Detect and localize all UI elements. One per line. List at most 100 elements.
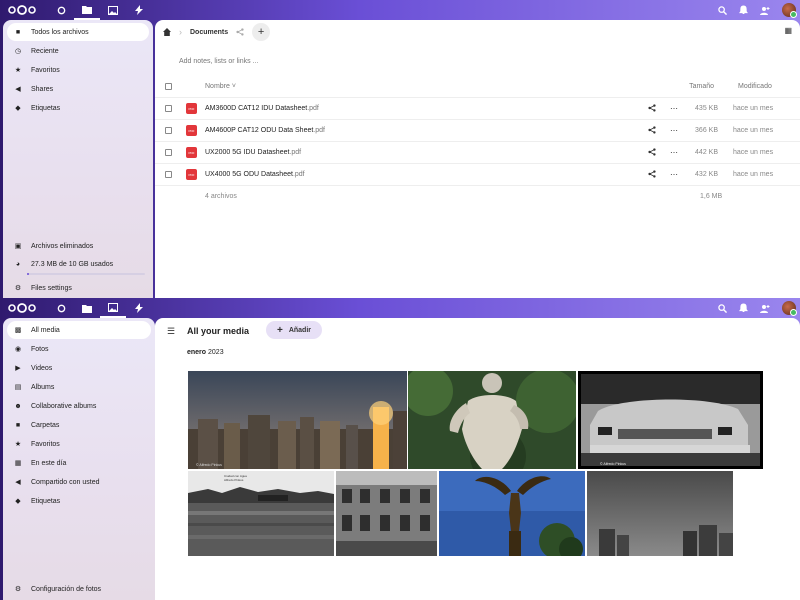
star-icon: ★ (14, 67, 22, 74)
sidebar-item-tags[interactable]: ◆ Etiquetas (7, 99, 149, 117)
sidebar-item-label: Compartido con usted (31, 478, 100, 486)
photo-thumbnail-harbor-bw[interactable]: Ciudad con Agua Alfredo Pinkus (188, 471, 334, 556)
photos-app-icon[interactable] (100, 0, 126, 20)
file-name[interactable]: AM3600D CAT12 IDU Datasheet.pdf (205, 105, 319, 112)
photo-thumbnail-cloudy-city[interactable] (587, 471, 733, 556)
files-app-icon[interactable] (74, 0, 100, 20)
photo-watermark-1: © Alfredo Pinkus (196, 463, 222, 467)
video-icon: ▶ (15, 365, 21, 372)
file-modified: hace un mes (733, 149, 774, 156)
activity-app-icon[interactable] (126, 0, 152, 20)
file-row[interactable]: PDF AM3600D CAT12 IDU Datasheet.pdf ⋯ 435 K… (155, 98, 800, 120)
column-header-name[interactable]: Nombre ˅ (205, 83, 236, 90)
sidebar-item-label: Shares (31, 85, 54, 93)
select-all-checkbox[interactable] (165, 83, 172, 90)
photo-thumbnail-building-bw[interactable] (336, 471, 437, 556)
sidebar-item-videos[interactable]: ▶ Videos (7, 359, 151, 377)
top-header-bar (0, 0, 800, 20)
quota-progress-bar (27, 273, 145, 275)
file-name[interactable]: UX2000 5G IDU Datasheet.pdf (205, 149, 301, 156)
plus-icon: + (257, 26, 265, 38)
rich-workspace-notes-input[interactable]: Add notes, lists or links ... (179, 58, 258, 65)
more-actions-icon[interactable]: ⋯ (670, 126, 678, 135)
notifications-bell-icon[interactable] (739, 5, 748, 15)
sidebar-item-albums[interactable]: ▤ Albums (7, 378, 151, 396)
sidebar-item-deleted-files[interactable]: ▣ Archivos eliminados (7, 237, 149, 255)
add-button-label: Añadir (288, 326, 311, 334)
add-button[interactable]: + Añadir (266, 321, 322, 339)
home-icon[interactable] (163, 28, 171, 36)
breadcrumb-current-folder[interactable]: Documents (190, 29, 228, 36)
more-actions-icon[interactable]: ⋯ (670, 170, 678, 179)
share-icon[interactable] (648, 103, 656, 114)
files-summary-size: 1,6 MB (700, 193, 723, 200)
folder-icon: ■ (15, 421, 21, 429)
dashboard-app-icon[interactable] (48, 0, 74, 20)
quota-usage[interactable]: ◕ 27.3 MB de 10 GB usados (7, 256, 149, 272)
file-checkbox[interactable] (165, 105, 172, 112)
activity-app-icon[interactable] (126, 298, 152, 318)
column-header-size[interactable]: Tamaño (689, 83, 714, 90)
file-name[interactable]: AM4600P CAT12 ODU Data Sheet.pdf (205, 127, 325, 134)
more-actions-icon[interactable]: ⋯ (670, 148, 678, 157)
album-icon: ▤ (14, 384, 22, 391)
files-settings-button[interactable]: ⚙ Files settings (7, 279, 149, 297)
month-heading: enero 2023 (187, 349, 224, 356)
file-row[interactable]: PDF AM4600P CAT12 ODU Data Sheet.pdf ⋯ 366 … (155, 120, 800, 142)
sidebar-item-favorites[interactable]: ★ Favoritos (7, 435, 151, 453)
new-button[interactable]: + (252, 23, 271, 41)
menu-icon[interactable]: ☰ (167, 326, 175, 337)
photos-app-icon[interactable] (100, 298, 126, 318)
search-icon[interactable] (718, 5, 727, 15)
notifications-bell-icon[interactable] (739, 303, 748, 313)
photos-settings-button[interactable]: ⚙ Configuración de fotos (7, 580, 151, 598)
sidebar-item-tags[interactable]: ◆ Etiquetas (7, 492, 151, 510)
sidebar-item-label: Collaborative albums (31, 402, 97, 410)
search-icon[interactable] (718, 303, 727, 313)
user-avatar[interactable] (782, 3, 797, 18)
files-main-content: › Documents + ▦ Add notes, lists or link… (155, 20, 800, 298)
share-icon[interactable] (648, 147, 656, 158)
contacts-icon[interactable] (760, 6, 770, 15)
sidebar-item-on-this-day[interactable]: ▦ En este día (7, 454, 151, 472)
column-header-modified[interactable]: Modificado (738, 83, 772, 90)
photo-thumbnail-old-car-bw[interactable]: © Alfredo Pinkus (578, 371, 763, 469)
file-row[interactable]: PDF UX2000 5G IDU Datasheet.pdf ⋯ 442 KB hac… (155, 142, 800, 164)
gear-icon: ⚙ (14, 586, 22, 593)
share-icon[interactable] (236, 28, 244, 36)
files-app-icon[interactable] (74, 298, 100, 318)
people-icon: ☻ (14, 402, 22, 410)
photo-thumbnail-angel-monument[interactable] (439, 471, 585, 556)
share-icon[interactable] (648, 125, 656, 136)
sidebar-item-favorites[interactable]: ★ Favoritos (7, 61, 149, 79)
file-checkbox[interactable] (165, 127, 172, 134)
more-actions-icon[interactable]: ⋯ (670, 104, 678, 113)
sidebar-item-all-media[interactable]: ▩ All media (7, 321, 151, 339)
photo-thumbnail-statue-green[interactable] (408, 371, 576, 469)
file-checkbox[interactable] (165, 171, 172, 178)
file-checkbox[interactable] (165, 149, 172, 156)
sidebar-item-shares[interactable]: ◀ Shares (7, 80, 149, 98)
photo-thumbnail-city-sunset[interactable]: © Alfredo Pinkus (188, 371, 407, 469)
file-size: 366 KB (695, 127, 718, 134)
share-icon[interactable] (648, 169, 656, 180)
sidebar-item-recent[interactable]: ◷ Reciente (7, 42, 149, 60)
sidebar-item-all-files[interactable]: ■ Todos los archivos (7, 23, 149, 41)
files-summary-count: 4 archivos (205, 193, 237, 200)
sidebar-item-collaborative-albums[interactable]: ☻ Collaborative albums (7, 397, 151, 415)
file-row[interactable]: PDF UX4000 5G ODU Datasheet.pdf ⋯ 432 KB hac… (155, 164, 800, 186)
dashboard-app-icon[interactable] (48, 298, 74, 318)
nextcloud-logo[interactable] (8, 303, 36, 313)
file-name[interactable]: UX4000 5G ODU Datasheet.pdf (205, 171, 305, 178)
pdf-file-icon: PDF (186, 125, 197, 136)
calendar-icon: ▦ (14, 460, 22, 467)
photo-watermark-3: Ciudad con Agua Alfredo Pinkus (224, 474, 247, 482)
grid-view-toggle-icon[interactable]: ▦ (784, 26, 792, 35)
sidebar-item-folders[interactable]: ■ Carpetas (7, 416, 151, 434)
user-avatar[interactable] (782, 301, 797, 316)
nextcloud-logo[interactable] (8, 5, 36, 15)
file-modified: hace un mes (733, 127, 774, 134)
sidebar-item-shared-with-you[interactable]: ◀ Compartido con usted (7, 473, 151, 491)
sidebar-item-photos[interactable]: ◉ Fotos (7, 340, 151, 358)
contacts-icon[interactable] (760, 304, 770, 313)
